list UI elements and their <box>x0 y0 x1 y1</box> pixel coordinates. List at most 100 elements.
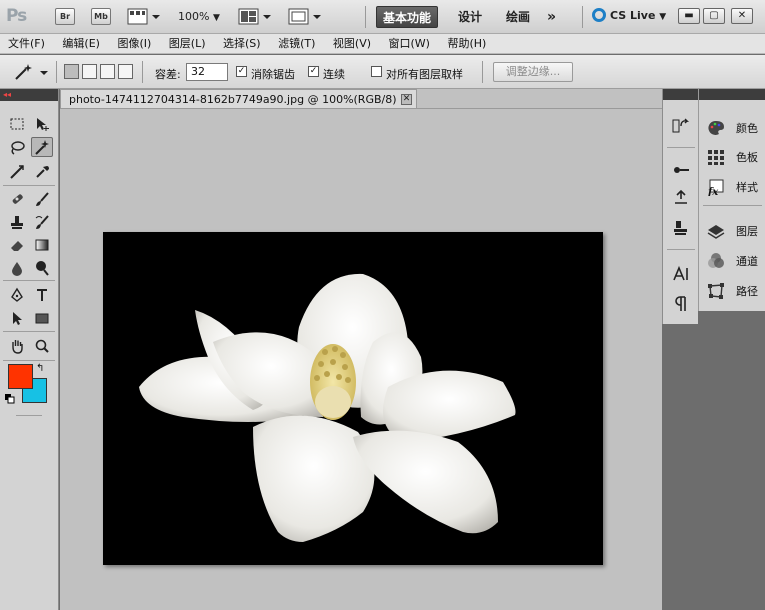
panel-styles-label: 样式 <box>736 181 758 194</box>
panels-dock: 颜色 色板 fx 样式 图层 通道 路径 <box>698 89 765 311</box>
tools-panel: ◂◂ ↰ <box>0 89 59 610</box>
sample-all-layers-label: 对所有图层取样 <box>386 68 463 81</box>
panel-channels[interactable]: 通道 <box>699 250 765 272</box>
marquee-tool[interactable] <box>6 114 28 134</box>
arrange-documents-button[interactable] <box>238 8 272 28</box>
contiguous-checkbox[interactable]: ✓ <box>308 66 319 77</box>
hand-tool[interactable] <box>6 336 28 356</box>
lasso-tool[interactable] <box>6 138 28 158</box>
more-workspaces-button[interactable]: » <box>541 6 562 28</box>
panel-color-label: 颜色 <box>736 122 758 135</box>
tool-preset-picker[interactable] <box>14 63 48 81</box>
pen-icon <box>11 287 23 302</box>
history-icon[interactable] <box>672 117 690 135</box>
intersect-selection-button[interactable] <box>118 64 133 79</box>
add-to-selection-button[interactable] <box>82 64 97 79</box>
magic-wand-icon <box>15 64 48 80</box>
workspace-painting-button[interactable]: 绘画 <box>500 6 536 28</box>
workspace-essentials-button[interactable]: 基本功能 <box>376 6 439 28</box>
path-selection-tool[interactable] <box>6 308 28 328</box>
panel-styles[interactable]: fx 样式 <box>699 176 765 198</box>
eyedropper-icon <box>36 166 49 178</box>
restore-button[interactable]: ▢ <box>703 8 725 24</box>
eyedropper-tool[interactable] <box>31 162 53 182</box>
gradient-tool[interactable] <box>31 235 53 255</box>
crop-icon <box>10 165 24 179</box>
refine-edge-button[interactable]: 调整边缘... <box>493 62 573 82</box>
eraser-tool[interactable] <box>6 235 28 255</box>
close-document-icon[interactable]: ✕ <box>401 94 412 105</box>
menu-view[interactable]: 视图(V) <box>326 34 378 54</box>
move-tool[interactable] <box>31 114 53 134</box>
divider <box>667 249 695 250</box>
document-tab[interactable]: photo-1474112704314-8162b7749a90.jpg @ 1… <box>60 89 417 109</box>
pen-tool[interactable] <box>6 285 28 305</box>
zoom-value: 100% <box>178 10 210 23</box>
rectangle-tool[interactable] <box>31 308 53 328</box>
history-brush-tool[interactable] <box>31 212 53 232</box>
tolerance-label: 容差: <box>155 68 181 81</box>
panel-color[interactable]: 颜色 <box>699 117 765 139</box>
close-button[interactable]: ✕ <box>731 8 753 24</box>
panel-paths[interactable]: 路径 <box>699 280 765 302</box>
close-icon: ✕ <box>737 10 747 21</box>
workspace-design-button[interactable]: 设计 <box>452 6 488 28</box>
antialias-checkbox[interactable]: ✓ <box>236 66 247 77</box>
clone-source-icon[interactable] <box>672 189 690 207</box>
clone-stamp-tool[interactable] <box>6 212 28 232</box>
brush-tool[interactable] <box>31 189 53 209</box>
foreground-color-swatch[interactable] <box>8 364 33 389</box>
dock-header[interactable] <box>663 89 698 100</box>
minimize-button[interactable]: ▬ <box>678 8 700 24</box>
tool-presets-icon[interactable] <box>672 219 690 237</box>
launch-bridge-button[interactable]: Br <box>55 8 75 25</box>
channels-icon <box>708 253 724 268</box>
menu-edit[interactable]: 编辑(E) <box>55 34 107 54</box>
view-extras-button[interactable] <box>127 8 161 28</box>
crop-tool[interactable] <box>6 162 28 182</box>
zoom-tool[interactable] <box>31 336 53 356</box>
image-canvas[interactable] <box>103 232 603 565</box>
new-selection-button[interactable] <box>64 64 79 79</box>
divider <box>16 415 42 416</box>
menu-window[interactable]: 窗口(W) <box>382 34 437 54</box>
paragraph-icon[interactable] <box>672 295 690 313</box>
menu-help[interactable]: 帮助(H) <box>440 34 493 54</box>
dodge-tool[interactable] <box>31 258 53 278</box>
magnifier-icon <box>35 339 49 353</box>
spot-healing-brush-tool[interactable] <box>6 189 28 209</box>
brush-presets-icon[interactable] <box>672 161 690 179</box>
view-extras-icon <box>127 8 160 25</box>
screen-mode-button[interactable] <box>288 8 322 28</box>
swap-colors-icon[interactable]: ↰ <box>36 363 44 374</box>
dock-header[interactable] <box>699 89 765 100</box>
type-tool[interactable] <box>31 285 53 305</box>
menu-filter[interactable]: 滤镜(T) <box>271 34 322 54</box>
arrange-documents-icon <box>238 8 271 25</box>
sample-all-layers-checkbox[interactable] <box>371 66 382 77</box>
magic-wand-tool[interactable] <box>31 137 53 157</box>
tolerance-input[interactable]: 32 <box>186 63 228 81</box>
blur-drop-icon <box>12 262 22 276</box>
panel-swatches[interactable]: 色板 <box>699 146 765 168</box>
cs-live-button[interactable]: CS Live ▼ <box>592 8 666 22</box>
menu-image[interactable]: 图像(I) <box>110 34 158 54</box>
divider <box>3 185 55 186</box>
menu-select[interactable]: 选择(S) <box>216 34 268 54</box>
zoom-level[interactable]: 100% ▼ <box>178 10 220 23</box>
menu-layer[interactable]: 图层(L) <box>162 34 213 54</box>
default-colors-icon[interactable] <box>5 394 15 407</box>
caret-down-icon: ▼ <box>212 13 220 23</box>
contiguous-label: 连续 <box>323 68 345 81</box>
eraser-icon <box>11 241 23 251</box>
photoshop-logo: Ps <box>6 6 27 26</box>
character-icon[interactable] <box>672 265 690 283</box>
launch-mini-bridge-button[interactable]: Mb <box>91 8 111 25</box>
tools-panel-header[interactable]: ◂◂ <box>0 89 58 101</box>
blur-tool[interactable] <box>6 258 28 278</box>
collapse-icon: ◂◂ <box>3 90 12 99</box>
panel-layers[interactable]: 图层 <box>699 220 765 242</box>
minimize-icon: ▬ <box>684 10 694 21</box>
subtract-from-selection-button[interactable] <box>100 64 115 79</box>
menu-file[interactable]: 文件(F) <box>0 34 52 54</box>
